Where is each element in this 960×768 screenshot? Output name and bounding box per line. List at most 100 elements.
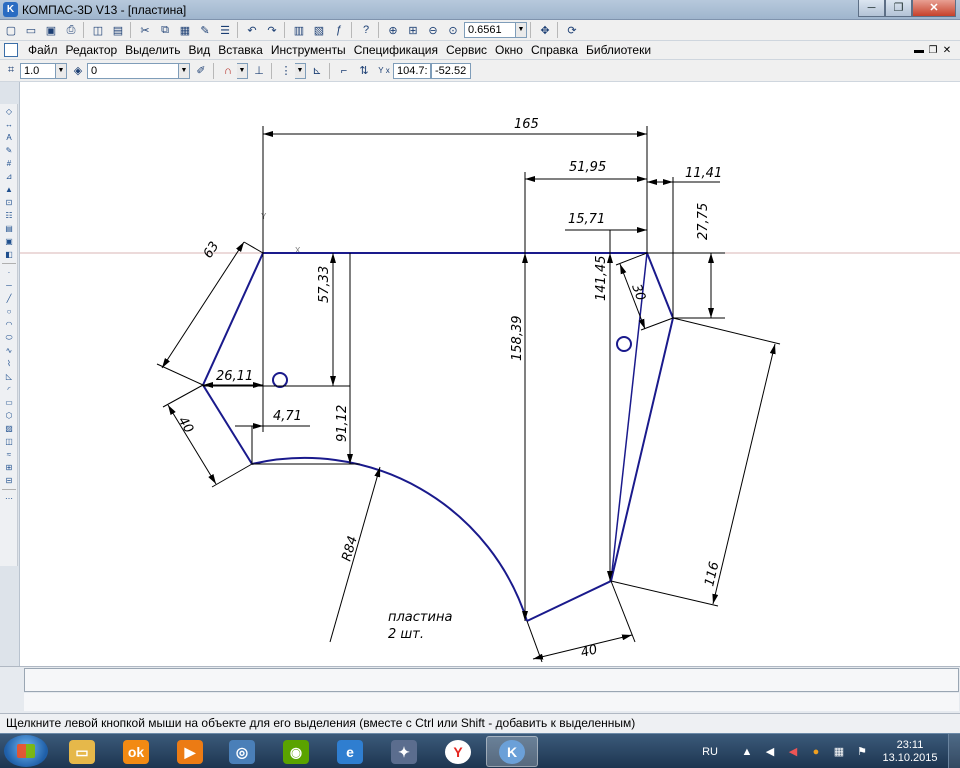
grid-dropdown-icon[interactable]: ▼ (295, 62, 306, 79)
taskbar-media-player[interactable]: ▶ (164, 736, 216, 767)
rectangle-tool-icon[interactable]: ▭ (2, 397, 16, 408)
undo-icon[interactable]: ↶ (243, 21, 261, 39)
layer-field[interactable]: 0 (87, 62, 179, 79)
scale-field[interactable]: 1.0 (20, 62, 56, 79)
zoom-window-icon[interactable]: ⊞ (404, 21, 422, 39)
open-folder-icon[interactable]: ▭ (22, 21, 40, 39)
save-icon[interactable]: ▣ (42, 21, 60, 39)
taskbar-explorer[interactable]: ▭ (56, 736, 108, 767)
doc-minimize-button[interactable]: ▬ (912, 45, 926, 56)
manager-icon[interactable]: ▤ (109, 21, 127, 39)
geometry-tool-icon[interactable]: ◇ (2, 106, 16, 117)
auto-line-icon[interactable]: ⋯ (2, 493, 16, 504)
cursor-x-field[interactable]: 104.7: (393, 62, 431, 79)
tray-app-icon[interactable]: ● (809, 745, 823, 759)
function-icon[interactable]: ƒ (330, 21, 348, 39)
taskbar-internet-explorer[interactable]: e (324, 736, 376, 767)
insert-tool-icon[interactable]: ▣ (2, 236, 16, 247)
cut-icon[interactable]: ✂ (136, 21, 154, 39)
equidistant-tool-icon[interactable]: ≈ (2, 449, 16, 460)
clock[interactable]: 23:11 13.10.2015 (878, 739, 942, 765)
menu-tools[interactable]: Инструменты (267, 41, 350, 59)
fillet-tool-icon[interactable]: ◜ (2, 384, 16, 395)
dimensions-tool-icon[interactable]: ↔ (2, 119, 16, 130)
contour-arc-r84[interactable] (251, 456, 528, 622)
zoom-scale-icon[interactable]: ⊙ (444, 21, 462, 39)
language-indicator[interactable]: RU (702, 746, 718, 758)
layer-dropdown-icon[interactable]: ▼ (179, 62, 190, 79)
spec-tool-icon[interactable]: ☷ (2, 210, 16, 221)
menu-help[interactable]: Справка (527, 41, 582, 59)
taskbar-kompas[interactable]: K (486, 736, 538, 767)
maximize-button[interactable]: ❐ (885, 0, 912, 17)
properties-icon[interactable]: ☰ (216, 21, 234, 39)
pan-icon[interactable]: ✥ (536, 21, 554, 39)
menu-view[interactable]: Вид (185, 41, 215, 59)
polygon-tool-icon[interactable]: ⬡ (2, 410, 16, 421)
measure-tool-icon[interactable]: ⊿ (2, 171, 16, 182)
taskbar-app-4[interactable]: ◎ (216, 736, 268, 767)
select-tool-icon[interactable]: ▲ (2, 184, 16, 195)
chamfer-tool-icon[interactable]: ◺ (2, 371, 16, 382)
menu-specification[interactable]: Спецификация (350, 41, 442, 59)
paste-icon[interactable]: ▦ (176, 21, 194, 39)
part-contour[interactable] (201, 252, 675, 622)
grid-step-icon[interactable]: ⌗ (2, 62, 20, 80)
drawing-canvas[interactable]: Y X 165 51,95 11,41 15,71 27,75 63 57,33… (20, 82, 960, 666)
doc-close-button[interactable]: ✕ (940, 45, 954, 56)
menu-window[interactable]: Окно (491, 41, 527, 59)
contour-right-edges[interactable] (263, 252, 675, 622)
print-preview-icon[interactable]: ◫ (89, 21, 107, 39)
menu-file[interactable]: Файл (24, 41, 62, 59)
redo-icon[interactable]: ↷ (263, 21, 281, 39)
new-document-icon[interactable]: ▢ (2, 21, 20, 39)
refresh-icon[interactable]: ⟳ (563, 21, 581, 39)
properties-brush-icon[interactable]: ✐ (192, 62, 210, 80)
zoom-in-icon[interactable]: ⊕ (384, 21, 402, 39)
zoom-input[interactable]: 0.6561 (464, 22, 516, 38)
polyline-tool-icon[interactable]: ⌇ (2, 358, 16, 369)
properties-panel-field[interactable] (24, 668, 959, 692)
spline-tool-icon[interactable]: ∿ (2, 345, 16, 356)
edit-tool-icon[interactable]: ✎ (2, 145, 16, 156)
help-pointer-icon[interactable]: ? (357, 21, 375, 39)
start-button[interactable] (4, 735, 48, 767)
ellipse-tool-icon[interactable]: ⬭ (2, 332, 16, 343)
zoom-dropdown-icon[interactable]: ▼ (516, 22, 527, 38)
segment-tool-icon[interactable]: ╱ (2, 293, 16, 304)
network-icon[interactable]: ▦ (832, 745, 846, 759)
grid-icon[interactable]: ⋮ (277, 62, 295, 80)
associative-views-icon[interactable]: ⊡ (2, 197, 16, 208)
minimize-button[interactable]: ─ (858, 0, 885, 17)
taskbar-odnoklassniki[interactable]: ok (110, 736, 162, 767)
contour-left-edges[interactable] (201, 252, 264, 465)
variables-icon[interactable]: ▧ (310, 21, 328, 39)
menu-editor[interactable]: Редактор (62, 41, 122, 59)
local-cs-icon[interactable]: ⊾ (308, 62, 326, 80)
volume-icon[interactable]: ◀ (763, 745, 777, 759)
manager-docs-icon[interactable]: ▥ (290, 21, 308, 39)
fragment-tool-icon[interactable]: ◧ (2, 249, 16, 260)
close-button[interactable]: ✕ (912, 0, 956, 17)
contour-tool-icon[interactable]: ◫ (2, 436, 16, 447)
taskbar-app-7[interactable]: ✦ (378, 736, 430, 767)
scale-dropdown-icon[interactable]: ▼ (56, 62, 67, 79)
aux-line-tool-icon[interactable]: ─ (2, 280, 16, 291)
snap-dropdown-icon[interactable]: ▼ (237, 62, 248, 79)
volume-mute-icon[interactable]: ◀ (786, 745, 800, 759)
snap-magnet-icon[interactable]: ∩ (219, 62, 237, 80)
annotation-tool-icon[interactable]: A (2, 132, 16, 143)
layer-icon[interactable]: ◈ (69, 62, 87, 80)
hatch-tool-icon[interactable]: ▨ (2, 423, 16, 434)
offset-tool-icon[interactable]: ⊟ (2, 475, 16, 486)
collect-contour-icon[interactable]: ⊞ (2, 462, 16, 473)
copy-icon[interactable]: ⧉ (156, 21, 174, 39)
print-icon[interactable]: ⎙ (62, 21, 80, 39)
action-center-icon[interactable]: ⚑ (855, 745, 869, 759)
circle-tool-icon[interactable]: ○ (2, 306, 16, 317)
menu-insert[interactable]: Вставка (214, 41, 267, 59)
cursor-y-field[interactable]: -52.52 (431, 62, 471, 79)
point-tool-icon[interactable]: · (2, 267, 16, 278)
doc-restore-button[interactable]: ❐ (926, 45, 940, 56)
menu-select[interactable]: Выделить (121, 41, 184, 59)
